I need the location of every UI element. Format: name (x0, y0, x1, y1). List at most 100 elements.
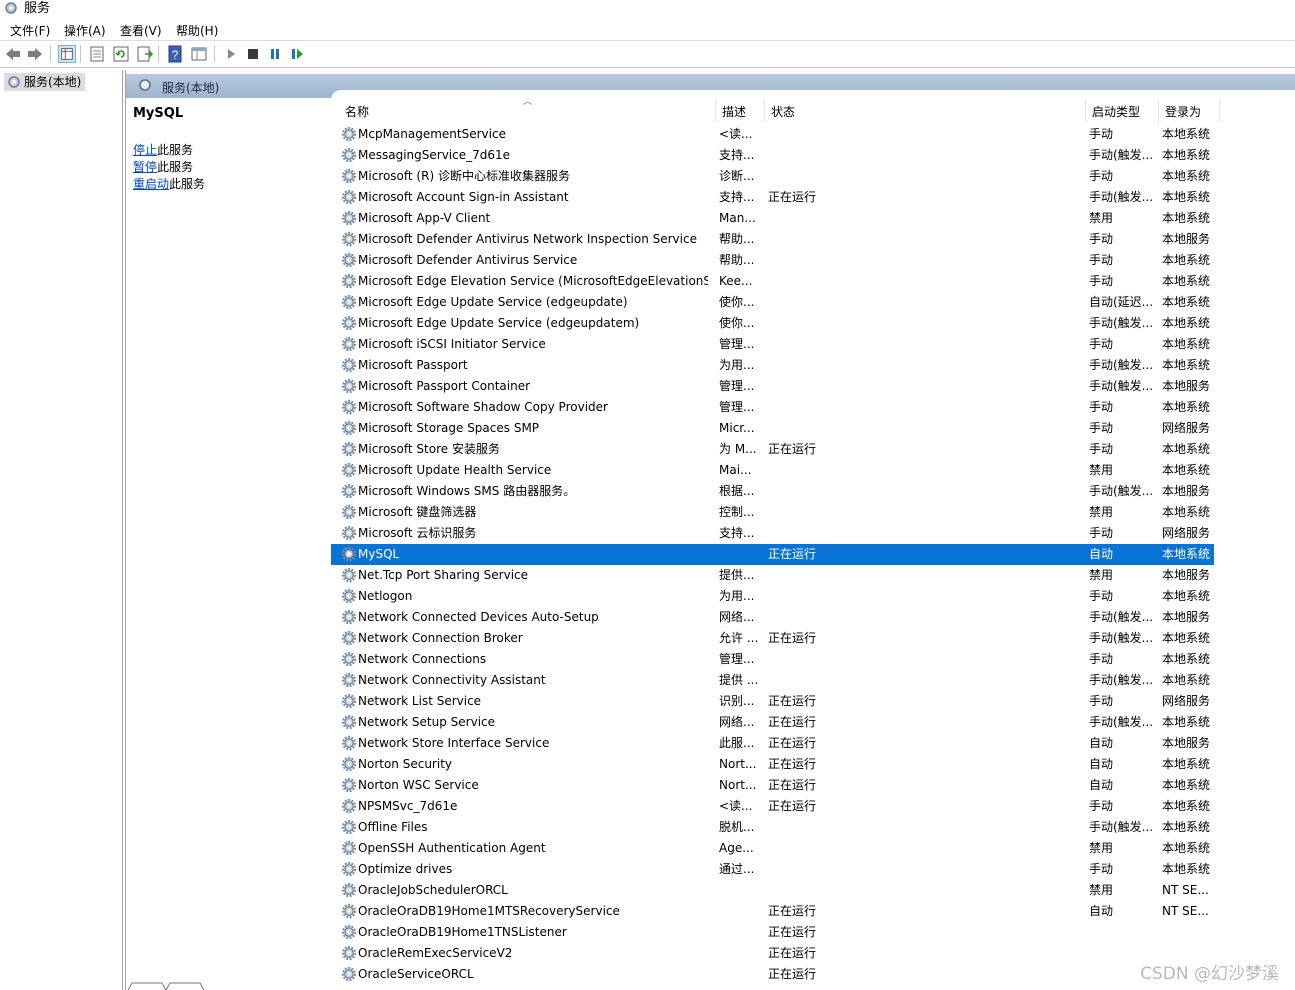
service-row[interactable]: Microsoft iSCSI Initiator Service 管理... 手动… (331, 334, 1295, 355)
menu-view[interactable]: 查看(V) (120, 22, 162, 39)
column-header-startup[interactable]: 启动类型 (1092, 103, 1140, 120)
service-row[interactable]: Network Connection Broker 允许 ... 正在运行 手动(触发… (331, 628, 1295, 649)
service-row[interactable]: Microsoft Store 安装服务 为 M... 正在运行 手动 本地系统 (331, 439, 1295, 460)
service-row[interactable]: Network Connections 管理... 手动 本地系统 (331, 649, 1295, 670)
view-icon[interactable] (190, 45, 208, 63)
service-row[interactable]: Microsoft (R) 诊断中心标准收集器服务 诊断... 手动 本地系统 (331, 166, 1295, 187)
services-magnifier-icon (139, 79, 151, 91)
column-separator[interactable] (715, 100, 716, 122)
service-name-cell: Norton Security (358, 757, 452, 771)
column-header-logon[interactable]: 登录为 (1165, 103, 1201, 120)
stop-action-text: 此服务 (157, 143, 194, 157)
menu-bar: 文件(F) 操作(A) 查看(V) 帮助(H) (0, 18, 1295, 41)
gear-icon (341, 735, 357, 751)
sort-ascending-icon: ︿ (523, 97, 533, 107)
menu-file[interactable]: 文件(F) (10, 22, 50, 39)
service-name-cell: Microsoft App-V Client (358, 211, 491, 225)
service-row[interactable]: Offline Files 脱机... 手动(触发... 本地系统 (331, 817, 1295, 838)
service-desc-cell: 管理... (719, 379, 755, 393)
column-header-state[interactable]: 状态 (771, 103, 795, 120)
service-row[interactable]: OracleOraDB19Home1TNSListener 正在运行 (331, 922, 1295, 943)
service-desc-cell: 支持... (719, 148, 755, 162)
forward-arrow-icon[interactable] (26, 45, 44, 63)
service-state-cell: 正在运行 (768, 631, 817, 645)
service-row[interactable]: Network List Service 识别... 正在运行 手动 网络服务 (331, 691, 1295, 712)
service-row[interactable]: Optimize drives 通过... 手动 本地系统 (331, 859, 1295, 880)
gear-icon (341, 441, 357, 457)
service-row[interactable]: Microsoft Passport Container 管理... 手动(触发..… (331, 376, 1295, 397)
service-row[interactable]: Network Store Interface Service 此服... 正在运行… (331, 733, 1295, 754)
service-row[interactable]: Microsoft Edge Elevation Service (Micros… (331, 271, 1295, 292)
service-row[interactable]: OracleJobSchedulerORCL 禁用 NT SE... (331, 880, 1295, 901)
service-row[interactable]: Netlogon 为用... 手动 本地系统 (331, 586, 1295, 607)
column-header-desc[interactable]: 描述 (722, 103, 746, 120)
service-state-cell: 正在运行 (768, 694, 817, 708)
services-icon (8, 76, 20, 88)
service-startup-cell: 手动 (1089, 799, 1114, 813)
pause-link[interactable]: 暂停 (133, 160, 157, 174)
service-row[interactable]: OracleOraDB19Home1MTSRecoveryService 正在运行… (331, 901, 1295, 922)
service-row[interactable]: Microsoft Windows SMS 路由器服务。 根据... 手动(触发..… (331, 481, 1295, 502)
service-row[interactable]: Microsoft Passport 为用... 手动(触发... 本地系统 (331, 355, 1295, 376)
column-header-name[interactable]: 名称 (345, 103, 369, 120)
column-separator[interactable] (1085, 100, 1086, 122)
service-row[interactable]: MessagingService_7d61e 支持... 手动(触发... 本地系统 (331, 145, 1295, 166)
service-row[interactable]: Microsoft Defender Antivirus Network Ins… (331, 229, 1295, 250)
service-row[interactable]: Microsoft App-V Client Man... 禁用 本地系统 (331, 208, 1295, 229)
restart-link[interactable]: 重启动 (133, 177, 169, 191)
gear-icon (341, 945, 357, 961)
start-service-icon[interactable] (222, 45, 240, 63)
service-row[interactable]: Microsoft Storage Spaces SMP Micr... 手动 网络服… (331, 418, 1295, 439)
service-row[interactable]: Net.Tcp Port Sharing Service 提供... 禁用 本地服务 (331, 565, 1295, 586)
service-row[interactable]: Microsoft Software Shadow Copy Provider 管… (331, 397, 1295, 418)
properties-icon[interactable] (88, 45, 106, 63)
service-row[interactable]: Norton Security Nort... 正在运行 自动 本地系统 (331, 754, 1295, 775)
restart-service-icon[interactable] (288, 45, 306, 63)
gear-icon (341, 378, 357, 394)
gear-icon (341, 189, 357, 205)
pause-service-icon[interactable] (266, 45, 284, 63)
service-desc-cell: Man... (719, 211, 756, 225)
tree-item-services-local[interactable]: 服务(本地) (4, 73, 86, 91)
service-name-cell: Network Connections (358, 652, 487, 666)
service-row[interactable]: Microsoft Edge Update Service (edgeupdat… (331, 313, 1295, 334)
menu-help[interactable]: 帮助(H) (176, 22, 218, 39)
service-row[interactable]: OpenSSH Authentication Agent Age... 禁用 本地系统 (331, 838, 1295, 859)
gear-icon (341, 861, 357, 877)
service-row[interactable]: Microsoft 云标识服务 支持... 手动 网络服务 (331, 523, 1295, 544)
service-startup-cell: 手动(触发... (1089, 379, 1154, 393)
service-logon-cell: 本地系统 (1162, 253, 1211, 267)
service-row[interactable]: Microsoft Update Health Service Mai... 禁用 本… (331, 460, 1295, 481)
service-row[interactable]: Microsoft Edge Update Service (edgeupdat… (331, 292, 1295, 313)
service-name-cell: MessagingService_7d61e (358, 148, 511, 162)
console-tree-icon[interactable] (58, 45, 76, 63)
export-list-icon[interactable] (136, 45, 154, 63)
service-name-cell: Network Connection Broker (358, 631, 523, 645)
service-row[interactable]: Network Connected Devices Auto-Setup 网络..… (331, 607, 1295, 628)
back-arrow-icon[interactable] (4, 45, 22, 63)
column-separator[interactable] (764, 100, 765, 122)
service-row[interactable]: NPSMSvc_7d61e <读... 正在运行 手动 本地系统 (331, 796, 1295, 817)
service-row[interactable]: Norton WSC Service Nort... 正在运行 自动 本地系统 (331, 775, 1295, 796)
stop-service-icon[interactable] (244, 45, 262, 63)
column-separator[interactable] (1158, 100, 1159, 122)
stop-link[interactable]: 停止 (133, 143, 157, 157)
service-row[interactable]: Microsoft 键盘筛选器 控制... 禁用 本地系统 (331, 502, 1295, 523)
service-state-cell: 正在运行 (768, 946, 817, 960)
help-icon[interactable]: ? (166, 45, 184, 63)
service-row[interactable]: Network Setup Service 网络... 正在运行 手动(触发... 本地… (331, 712, 1295, 733)
service-row[interactable]: McpManagementService <读... 手动 本地系统 (331, 124, 1295, 145)
service-logon-cell: 本地系统 (1162, 400, 1211, 414)
gear-icon (341, 714, 357, 730)
service-row[interactable]: Network Connectivity Assistant 提供 ... 手动(触… (331, 670, 1295, 691)
service-row[interactable]: MySQL 正在运行 自动 本地系统 (331, 544, 1214, 565)
service-state-cell: 正在运行 (768, 757, 817, 771)
service-row[interactable]: Microsoft Defender Antivirus Service 帮助..… (331, 250, 1295, 271)
refresh-icon[interactable] (112, 45, 130, 63)
service-row[interactable]: Microsoft Account Sign-in Assistant 支持...… (331, 187, 1295, 208)
service-logon-cell: 本地系统 (1162, 673, 1211, 687)
extended-standard-tabs[interactable] (126, 982, 246, 990)
column-separator[interactable] (1219, 100, 1220, 122)
menu-action[interactable]: 操作(A) (64, 22, 106, 39)
service-logon-cell: 本地系统 (1162, 820, 1211, 834)
